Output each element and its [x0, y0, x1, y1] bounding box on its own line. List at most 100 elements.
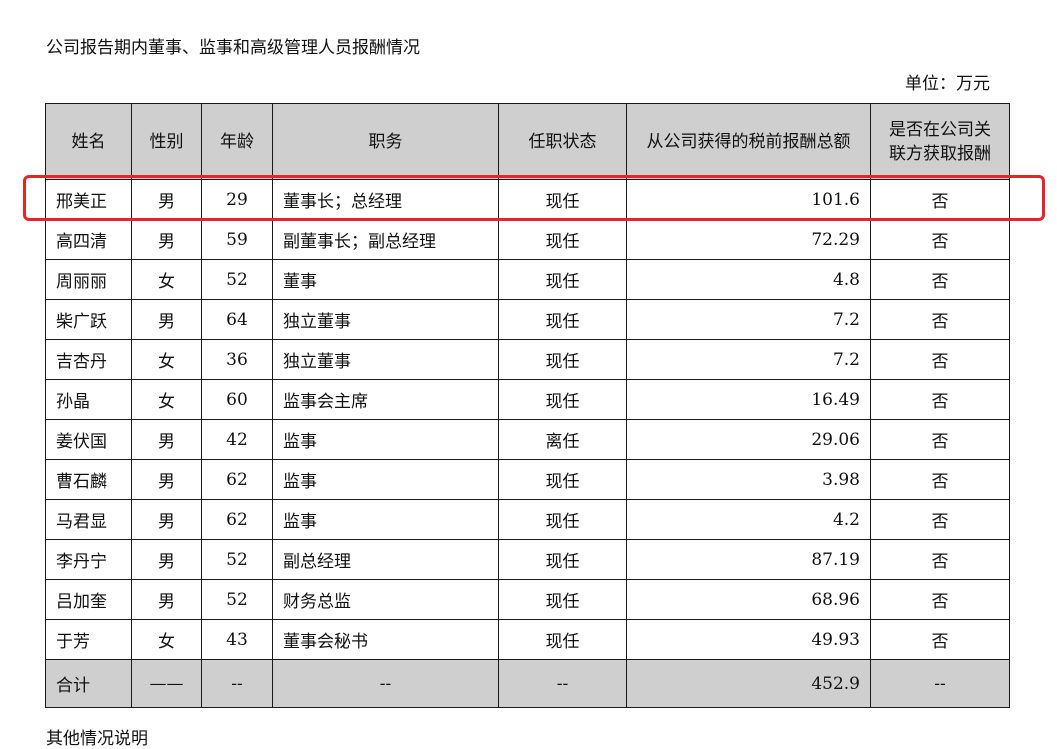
cell-age: 60: [201, 379, 273, 420]
highlight-box: [23, 175, 1045, 221]
table-row: 曹石麟男 62 监事 现任 3.98 否: [45, 459, 1010, 500]
table-row: 吉杏丹女 36 独立董事 现任 7.2 否: [45, 339, 1010, 380]
cell-gender: 男: [131, 219, 202, 260]
table-header-row: 姓名 性别 年龄 职务 任职状态 从公司获得的税前报酬总额 是否在公司关联方获取…: [45, 103, 1010, 180]
cell-compensation: 29.06: [626, 419, 871, 460]
cell-name: 李丹宁: [45, 539, 132, 580]
cell-status: 现任: [498, 299, 627, 340]
cell-name: 吉杏丹: [45, 339, 132, 380]
cell-related-party: 否: [870, 459, 1010, 500]
cell-age: 64: [201, 299, 273, 340]
cell-position: 独立董事: [272, 339, 499, 380]
cell-status: 现任: [498, 339, 627, 380]
total-age: --: [201, 659, 273, 708]
cell-name: 姜伏国: [45, 419, 132, 460]
header-gender: 性别: [131, 103, 202, 180]
total-related-party: --: [870, 659, 1010, 708]
cell-related-party: 否: [870, 619, 1010, 660]
cell-status: 离任: [498, 419, 627, 460]
cell-compensation: 3.98: [626, 459, 871, 500]
cell-age: 43: [201, 619, 273, 660]
cell-position: 监事: [272, 419, 499, 460]
cell-position: 监事: [272, 459, 499, 500]
cell-status: 现任: [498, 619, 627, 660]
cell-position: 董事: [272, 259, 499, 300]
cell-age: 62: [201, 459, 273, 500]
header-compensation: 从公司获得的税前报酬总额: [626, 103, 871, 180]
cell-gender: 女: [131, 339, 202, 380]
cell-name: 周丽丽: [45, 259, 132, 300]
cell-position: 财务总监: [272, 579, 499, 620]
cell-age: 42: [201, 419, 273, 460]
cell-position: 董事会秘书: [272, 619, 499, 660]
cell-name: 高四清: [45, 219, 132, 260]
cell-compensation: 87.19: [626, 539, 871, 580]
header-status: 任职状态: [498, 103, 627, 180]
cell-position: 监事: [272, 499, 499, 540]
table-row: 李丹宁男 52 副总经理 现任 87.19 否: [45, 539, 1010, 580]
cell-compensation: 72.29: [626, 219, 871, 260]
total-compensation: 452.9: [626, 659, 871, 708]
cell-position: 独立董事: [272, 299, 499, 340]
cell-age: 52: [201, 579, 273, 620]
cell-related-party: 否: [870, 379, 1010, 420]
cell-gender: 男: [131, 499, 202, 540]
total-row: 合计 —— -- -- -- 452.9 --: [45, 659, 1010, 708]
cell-status: 现任: [498, 579, 627, 620]
total-status: --: [498, 659, 627, 708]
cell-status: 现任: [498, 259, 627, 300]
cell-status: 现任: [498, 379, 627, 420]
table-row: 孙晶女 60 监事会主席 现任 16.49 否: [45, 379, 1010, 420]
table-row: 柴广跃男 64 独立董事 现任 7.2 否: [45, 299, 1010, 340]
cell-related-party: 否: [870, 299, 1010, 340]
table-row: 马君显男 62 监事 现任 4.2 否: [45, 499, 1010, 540]
table-row: 姜伏国男 42 监事 离任 29.06 否: [45, 419, 1010, 460]
cell-gender: 女: [131, 619, 202, 660]
cell-related-party: 否: [870, 219, 1010, 260]
cell-gender: 女: [131, 259, 202, 300]
cell-position: 监事会主席: [272, 379, 499, 420]
cell-compensation: 7.2: [626, 299, 871, 340]
cell-gender: 男: [131, 539, 202, 580]
header-name: 姓名: [45, 103, 132, 180]
footer-note: 其他情况说明: [46, 729, 148, 749]
header-age: 年龄: [201, 103, 273, 180]
cell-age: 59: [201, 219, 273, 260]
cell-name: 于芳: [45, 619, 132, 660]
cell-compensation: 16.49: [626, 379, 871, 420]
cell-related-party: 否: [870, 339, 1010, 380]
cell-compensation: 4.8: [626, 259, 871, 300]
table-row: 高四清男 59 副董事长；副总经理 现任 72.29 否: [45, 219, 1010, 260]
cell-name: 马君显: [45, 499, 132, 540]
cell-compensation: 68.96: [626, 579, 871, 620]
cell-status: 现任: [498, 459, 627, 500]
cell-gender: 女: [131, 379, 202, 420]
cell-status: 现任: [498, 539, 627, 580]
page-heading: 公司报告期内董事、监事和高级管理人员报酬情况: [46, 38, 420, 58]
total-gender: ——: [131, 659, 202, 708]
cell-gender: 男: [131, 299, 202, 340]
table-row: 周丽丽女 52 董事 现任 4.8 否: [45, 259, 1010, 300]
cell-compensation: 7.2: [626, 339, 871, 380]
cell-status: 现任: [498, 499, 627, 540]
cell-gender: 男: [131, 579, 202, 620]
header-related-party: 是否在公司关联方获取报酬: [870, 103, 1010, 180]
cell-name: 孙晶: [45, 379, 132, 420]
total-position: --: [272, 659, 499, 708]
cell-compensation: 4.2: [626, 499, 871, 540]
header-position: 职务: [272, 103, 499, 180]
unit-label: 单位：万元: [905, 74, 990, 94]
cell-compensation: 49.93: [626, 619, 871, 660]
cell-age: 36: [201, 339, 273, 380]
cell-gender: 男: [131, 419, 202, 460]
cell-status: 现任: [498, 219, 627, 260]
cell-related-party: 否: [870, 259, 1010, 300]
cell-related-party: 否: [870, 499, 1010, 540]
cell-name: 曹石麟: [45, 459, 132, 500]
cell-related-party: 否: [870, 539, 1010, 580]
cell-age: 62: [201, 499, 273, 540]
cell-position: 副总经理: [272, 539, 499, 580]
cell-position: 副董事长；副总经理: [272, 219, 499, 260]
table-row: 吕加奎男 52 财务总监 现任 68.96 否: [45, 579, 1010, 620]
cell-related-party: 否: [870, 579, 1010, 620]
